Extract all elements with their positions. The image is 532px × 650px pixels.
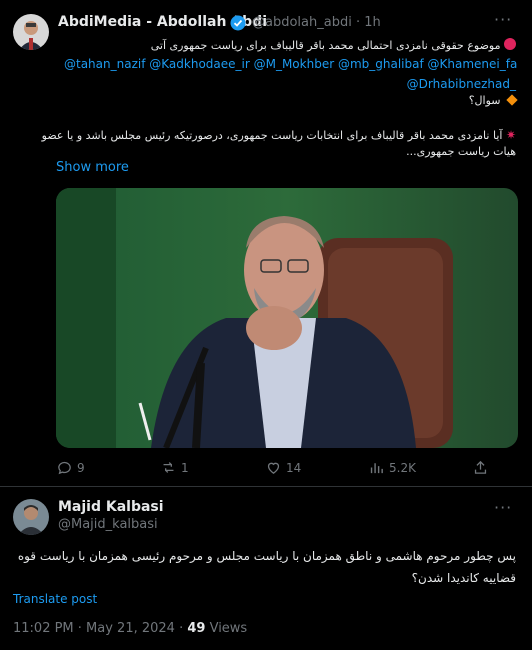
separator-dot: · xyxy=(355,15,361,30)
body-line-1-text: آیا نامزدی محمد باقر قالیباف برای انتخاب… xyxy=(41,129,503,142)
reply-count: 9 xyxy=(77,460,85,475)
reply-text-line-1: پس چطور مرحوم هاشمی و ناطق همزمان با ریا… xyxy=(17,549,516,563)
repost-count: 1 xyxy=(181,460,189,475)
repost-icon xyxy=(163,462,174,473)
orange-diamond-emoji xyxy=(506,94,518,106)
more-options-icon[interactable]: ··· xyxy=(494,10,512,29)
reply-view-count: 49 xyxy=(187,621,206,636)
post-handle[interactable]: @abdolah_abdi xyxy=(252,15,352,30)
views-icon xyxy=(370,463,383,474)
reply-button[interactable]: 9 xyxy=(56,459,85,476)
views-button[interactable]: 5.2K xyxy=(368,459,416,476)
repost-button[interactable]: 1 xyxy=(160,459,189,476)
verified-badge-icon xyxy=(230,15,246,31)
mentions-line-2[interactable]: @Drhabibnezhad_ xyxy=(407,75,516,93)
avatar-majid-kalbasi[interactable] xyxy=(13,499,49,535)
like-icon xyxy=(267,462,280,474)
question-text: سوال؟ xyxy=(468,94,501,107)
translate-post-link[interactable]: Translate post xyxy=(13,592,97,606)
post-line-1: موضوع حقوقی نامزدی احتمالی محمد باقر قال… xyxy=(56,37,516,55)
post-line-1-text: موضوع حقوقی نامزدی احتمالی محمد باقر قال… xyxy=(150,39,501,52)
views-count: 5.2K xyxy=(389,460,416,475)
collision-emoji: ✷ xyxy=(505,128,516,142)
body-line-2: هیات ریاست جمهوری... xyxy=(406,145,516,158)
reply-author-name[interactable]: Majid Kalbasi xyxy=(58,499,164,515)
reply-icon xyxy=(58,461,71,475)
reply-text-line-2: قضاییه کاندیدا شدن؟ xyxy=(411,571,516,585)
post-time[interactable]: 1h xyxy=(364,15,381,30)
share-icon xyxy=(474,460,487,474)
question-line: سوال؟ xyxy=(468,92,518,110)
avatar-abdimedia[interactable] xyxy=(13,14,49,50)
reply-views-label: Views xyxy=(205,621,248,636)
mentions-line-1[interactable]: @tahan_nazif @Kadkhodaee_ir @M_Mokhber @… xyxy=(64,55,517,73)
divider xyxy=(0,486,532,487)
reply-handle[interactable]: @Majid_kalbasi xyxy=(58,517,158,532)
reply-timestamp[interactable]: 11:02 PM · May 21, 2024 · xyxy=(13,621,187,636)
post-image[interactable] xyxy=(56,188,518,448)
like-count: 14 xyxy=(286,460,302,475)
red-circle-emoji xyxy=(504,38,516,50)
like-button[interactable]: 14 xyxy=(265,459,301,476)
reply-more-options-icon[interactable]: ··· xyxy=(494,498,512,517)
show-more-link[interactable]: Show more xyxy=(56,160,129,175)
share-button[interactable] xyxy=(472,459,489,476)
